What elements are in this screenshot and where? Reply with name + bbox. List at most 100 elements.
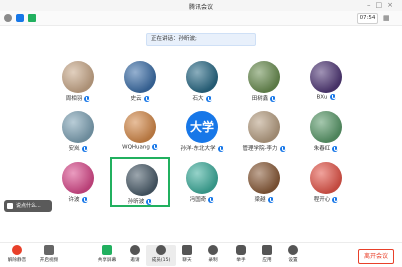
participant-name: 许波 <box>48 195 108 203</box>
signal-icon[interactable] <box>28 14 36 22</box>
participant-name: 田树鑫 <box>234 94 294 102</box>
mic-icon <box>208 196 215 203</box>
speaking-indicator: 正在讲话：孙昕波; <box>146 33 256 46</box>
speaking-name: 孙昕波; <box>178 36 197 42</box>
participant-tile[interactable]: 朱春红 <box>296 106 356 156</box>
participant-tile[interactable]: 田树鑫 <box>234 56 294 106</box>
participant-name-text: 梁越 <box>254 197 266 203</box>
avatar <box>124 111 156 143</box>
close-icon[interactable]: × <box>387 1 398 9</box>
invite-icon <box>130 245 140 255</box>
participant-tile[interactable]: BXu <box>296 56 356 106</box>
mic-icon <box>329 94 336 100</box>
info-icon[interactable] <box>4 14 12 22</box>
participant-tile[interactable]: 大学孙洋-东北大学 <box>172 106 232 156</box>
participant-tile[interactable]: 管理学院-李力 <box>234 106 294 156</box>
avatar <box>62 61 94 93</box>
mic-icon <box>84 95 91 102</box>
avatar <box>248 111 280 143</box>
avatar <box>62 111 94 143</box>
mic-icon <box>143 95 150 102</box>
avatar <box>310 162 342 194</box>
video-button[interactable]: 开启视频 <box>34 245 64 266</box>
meeting-toolbar: 解除静音 开启视频 共享屏幕 邀请 成员(15) 聊天 录制 举手 应用 设置 … <box>0 242 402 267</box>
participant-name: 朱春红 <box>296 144 356 152</box>
mic-icon <box>279 145 286 152</box>
participant-name: BXu <box>296 94 356 101</box>
mic-icon <box>267 196 274 203</box>
participant-name-text: 孙昕波 <box>127 199 145 205</box>
participant-name: 冯国奇 <box>172 195 232 203</box>
chat-icon <box>7 203 13 209</box>
avatar <box>124 61 156 93</box>
record-button[interactable]: 录制 <box>198 245 228 266</box>
gear-icon <box>288 245 298 255</box>
record-label: 录制 <box>208 258 218 263</box>
status-bar: 07:54 ▦ <box>0 11 402 26</box>
avatar <box>310 61 342 93</box>
participant-tile[interactable]: 程开心 <box>296 157 356 207</box>
mic-icon <box>205 95 212 102</box>
share-screen-button[interactable]: 共享屏幕 <box>92 245 122 266</box>
window-controls[interactable]: –□× <box>367 1 398 9</box>
maximize-icon[interactable]: □ <box>376 1 388 9</box>
avatar <box>62 162 94 194</box>
hand-icon <box>236 245 246 255</box>
participant-name-text: 孙洋-东北大学 <box>180 146 216 152</box>
participant-name-text: 管理学院-李力 <box>242 146 278 152</box>
minimize-icon[interactable]: – <box>367 1 376 9</box>
avatar <box>186 162 218 194</box>
chat-placeholder: 说点什么... <box>16 203 41 209</box>
window-title: 腾讯会议 <box>188 4 213 11</box>
participant-tile[interactable]: 许波 <box>48 157 108 207</box>
participant-name-text: 田树鑫 <box>251 96 269 102</box>
share-label: 共享屏幕 <box>97 258 117 263</box>
speaking-prefix: 正在讲话： <box>151 36 179 42</box>
avatar: 大学 <box>186 111 218 143</box>
mic-icon <box>146 198 153 205</box>
participant-name-text: BXu <box>316 94 328 101</box>
layout-grid-icon[interactable]: ▦ <box>383 14 392 22</box>
mic-icon <box>332 196 339 203</box>
avatar <box>310 111 342 143</box>
mute-button[interactable]: 解除静音 <box>2 245 32 266</box>
participant-tile[interactable]: 史云 <box>110 56 170 106</box>
participant-name-text: 安岚 <box>68 146 80 152</box>
participant-name-text: 史云 <box>130 96 142 102</box>
participant-tile[interactable]: WQHuang <box>110 106 170 156</box>
avatar <box>126 164 158 196</box>
avatar <box>186 61 218 93</box>
video-label: 开启视频 <box>39 258 59 263</box>
participant-name: WQHuang <box>110 144 170 151</box>
share-screen-icon <box>102 245 112 255</box>
avatar <box>248 61 280 93</box>
participant-tile[interactable]: 冯国奇 <box>172 157 232 207</box>
mic-icon <box>151 144 158 150</box>
participant-name-text: 石大 <box>192 96 204 102</box>
settings-button[interactable]: 设置 <box>278 245 308 266</box>
meeting-timer: 07:54 <box>357 13 378 24</box>
participant-name: 梁越 <box>234 195 294 203</box>
mute-label: 解除静音 <box>7 258 27 263</box>
mic-icon <box>332 145 339 152</box>
apps-icon <box>262 245 272 255</box>
participant-tile[interactable]: 安岚 <box>48 106 108 156</box>
record-icon <box>208 245 218 255</box>
participant-name: 程开心 <box>296 195 356 203</box>
participant-tile[interactable]: 孙昕波 <box>110 157 170 207</box>
participant-tile[interactable]: 石大 <box>172 56 232 106</box>
mic-icon <box>270 95 277 102</box>
mic-off-icon <box>12 245 22 255</box>
participant-tile[interactable]: 梁越 <box>234 157 294 207</box>
participant-name: 安岚 <box>48 144 108 152</box>
participant-name-text: 冯国奇 <box>189 197 207 203</box>
mic-icon <box>81 196 88 203</box>
leave-meeting-button[interactable]: 离开会议 <box>358 249 394 264</box>
title-bar: 腾讯会议 –□× <box>0 0 402 11</box>
participant-name: 孙洋-东北大学 <box>172 144 232 152</box>
members-icon <box>156 245 166 255</box>
participant-name-text: WQHuang <box>122 144 150 151</box>
participant-tile[interactable]: 周相羽 <box>48 56 108 106</box>
chat-input[interactable]: 说点什么... <box>4 200 52 212</box>
security-shield-icon[interactable] <box>16 14 24 22</box>
